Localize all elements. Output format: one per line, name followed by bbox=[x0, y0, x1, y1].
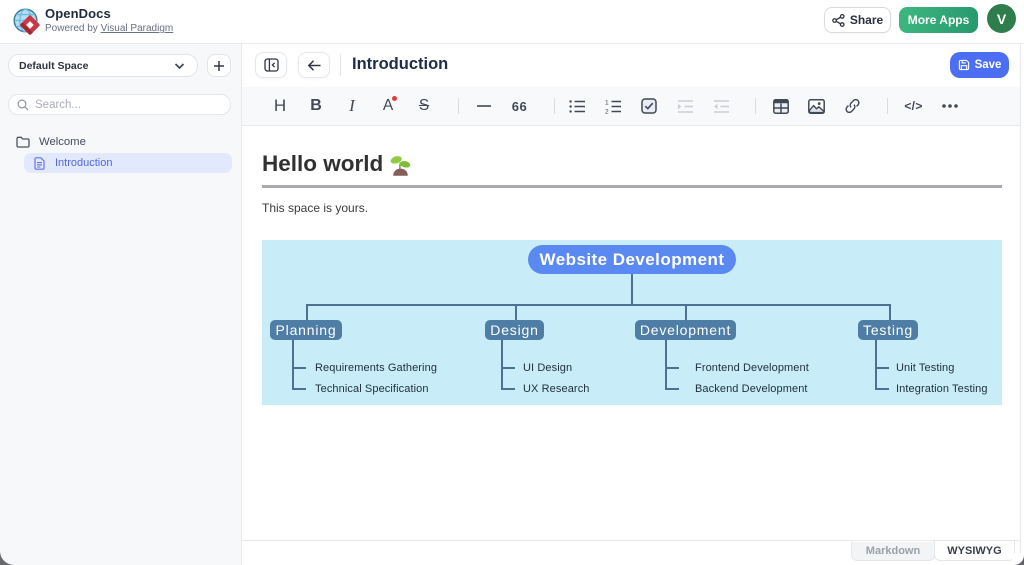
svg-text:2: 2 bbox=[605, 108, 609, 114]
svg-text:1: 1 bbox=[605, 99, 609, 106]
